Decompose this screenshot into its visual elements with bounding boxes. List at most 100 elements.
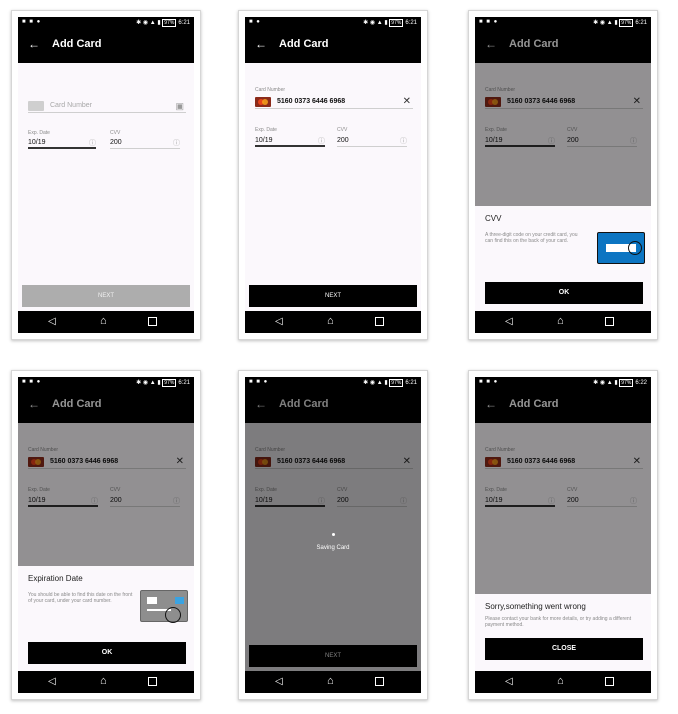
- status-time: 6:21: [405, 380, 417, 386]
- phone-screen: ■ ■ ● ✱ ◉ ▲ ▮ 97%6:21 ← Add Card Card Nu…: [18, 17, 194, 333]
- ok-button[interactable]: OK: [485, 282, 643, 304]
- battery-indicator: 97%: [619, 19, 634, 27]
- card-number-value: 5160 0373 6446 6968: [277, 98, 346, 105]
- dim-overlay[interactable]: [475, 28, 651, 206]
- status-right: ✱ ◉ ▲ ▮ 97% 6:21: [136, 379, 190, 387]
- nav-recent-icon[interactable]: [148, 317, 157, 326]
- info-icon[interactable]: ⓘ: [400, 136, 407, 146]
- nav-bar: ◁ ⌂: [475, 311, 651, 333]
- cvv-label: CVV: [110, 130, 121, 136]
- card-icon: [28, 101, 44, 111]
- phone-screen: ■ ■ ● ✱ ◉ ▲ ▮ 97% 6:22 ← Add Card Card Nu…: [475, 377, 651, 693]
- phone-screen: ■ ■ ● ✱ ◉ ▲ ▮ 97%6:21 ← Add Card Card Nu…: [18, 377, 194, 693]
- notification-icons: ■ ■ ●: [479, 19, 499, 25]
- phone-screen: ■ ■ ● ✱ ◉ ▲ ▮ 97%6:21 ← Add Card Card Nu…: [245, 377, 421, 693]
- next-button[interactable]: NEXT: [249, 285, 417, 307]
- ok-button[interactable]: OK: [28, 642, 186, 664]
- arrow-left-icon[interactable]: ←: [255, 37, 267, 51]
- nav-back-icon[interactable]: ◁: [48, 316, 56, 327]
- nav-home-icon[interactable]: ⌂: [327, 675, 334, 687]
- nav-home-icon[interactable]: ⌂: [100, 675, 107, 687]
- status-time: 6:21: [178, 380, 190, 386]
- error-sheet: Sorry,something went wrong Please contac…: [475, 594, 651, 671]
- notification-icons: ■ ■ ●: [479, 379, 499, 385]
- screen-saving-card: ■ ■ ● ✱ ◉ ▲ ▮ 97%6:21 ← Add Card Card Nu…: [238, 370, 428, 700]
- nav-home-icon[interactable]: ⌂: [100, 315, 107, 327]
- form-content: Card Number 5160 0373 6446 6968 ✕ Exp. D…: [245, 63, 421, 311]
- info-icon[interactable]: ⓘ: [89, 138, 96, 148]
- error-title: Sorry,something went wrong: [485, 602, 586, 611]
- status-time: 6:21: [405, 20, 417, 26]
- battery-indicator: 97%: [162, 379, 177, 387]
- status-time: 6:22: [635, 380, 647, 386]
- nav-back-icon[interactable]: ◁: [275, 676, 283, 687]
- nav-recent-icon[interactable]: [605, 317, 614, 326]
- phone-screen: ■ ● ✱ ◉ ▲ ▮ 97% 6:21 ← Add Card Card Numb…: [245, 17, 421, 333]
- dim-overlay[interactable]: [18, 388, 194, 566]
- status-right: ✱ ◉ ▲ ▮ 97% 6:21: [136, 19, 190, 27]
- status-time: 6:21: [178, 20, 190, 26]
- status-bar: ■ ● ✱ ◉ ▲ ▮ 97% 6:21: [245, 17, 421, 28]
- cvv-highlight-circle: [628, 241, 642, 255]
- card-number-label: Card Number: [255, 87, 286, 93]
- exp-date-label: Exp. Date: [255, 127, 277, 133]
- notification-icons: ■ ●: [249, 19, 261, 25]
- cvv-value: 200: [110, 139, 122, 146]
- card-number-field[interactable]: 5160 0373 6446 6968 ✕: [255, 95, 413, 109]
- sheet-title: Expiration Date: [28, 574, 83, 583]
- notification-icons: ■ ■ ●: [22, 379, 42, 385]
- camera-icon[interactable]: ▣: [175, 100, 184, 112]
- battery-indicator: 97%: [619, 379, 634, 387]
- card-chip: [147, 597, 157, 604]
- nav-recent-icon[interactable]: [375, 317, 384, 326]
- mastercard-icon: [255, 97, 271, 107]
- nav-back-icon[interactable]: ◁: [48, 676, 56, 687]
- nav-recent-icon[interactable]: [605, 677, 614, 686]
- battery-indicator: 97%: [389, 19, 404, 27]
- status-bar: ■ ■ ● ✱ ◉ ▲ ▮ 97% 6:21: [18, 17, 194, 28]
- nav-bar: ◁ ⌂: [245, 311, 421, 333]
- info-icon[interactable]: ⓘ: [173, 138, 180, 148]
- nav-bar: ◁ ⌂: [18, 311, 194, 333]
- close-icon[interactable]: ✕: [403, 95, 411, 108]
- expiration-help-sheet: Expiration Date You should be able to fi…: [18, 566, 194, 671]
- dim-overlay[interactable]: [475, 388, 651, 594]
- nav-recent-icon[interactable]: [148, 677, 157, 686]
- notification-icons: ■ ■ ●: [22, 19, 42, 25]
- exp-date-field[interactable]: 10/19 ⓘ: [28, 137, 96, 149]
- notification-icons: ■ ■ ●: [249, 379, 269, 385]
- screen-error: ■ ■ ● ✱ ◉ ▲ ▮ 97% 6:22 ← Add Card Card Nu…: [468, 370, 658, 700]
- screen-expiration-help: ■ ■ ● ✱ ◉ ▲ ▮ 97% 6:21 ← Add Card Card Nu…: [11, 370, 201, 700]
- expiry-highlight-circle: [165, 607, 181, 623]
- card-brand-mark: [175, 597, 184, 604]
- error-body: Please contact your bank for more detail…: [485, 616, 632, 628]
- screen-filled-form: ■ ● ✱ ◉ ▲ ▮ 97% 6:21 ← Add Card Card Numb…: [238, 10, 428, 340]
- nav-home-icon[interactable]: ⌂: [327, 315, 334, 327]
- battery-indicator: 97%: [162, 19, 177, 27]
- info-icon[interactable]: ⓘ: [318, 136, 325, 146]
- screen-empty-form: ■ ■ ● ✱ ◉ ▲ ▮ 97% 6:21 ← Add Card Card Nu…: [11, 10, 201, 340]
- nav-back-icon[interactable]: ◁: [505, 676, 513, 687]
- nav-back-icon[interactable]: ◁: [505, 316, 513, 327]
- sheet-title: CVV: [485, 214, 502, 223]
- app-bar: ← Add Card: [18, 28, 194, 63]
- status-time: 6:21: [635, 20, 647, 26]
- status-bar: ■ ■ ● ✱ ◉ ▲ ▮ 97% 6:21: [245, 377, 421, 388]
- saving-overlay: [245, 388, 421, 671]
- next-button[interactable]: NEXT: [22, 285, 190, 307]
- app-bar: ← Add Card: [245, 28, 421, 63]
- nav-back-icon[interactable]: ◁: [275, 316, 283, 327]
- nav-home-icon[interactable]: ⌂: [557, 675, 564, 687]
- nav-home-icon[interactable]: ⌂: [557, 315, 564, 327]
- exp-date-field[interactable]: 10/19 ⓘ: [255, 135, 325, 147]
- close-button[interactable]: CLOSE: [485, 638, 643, 660]
- cvv-field[interactable]: 200 ⓘ: [337, 135, 407, 147]
- card-number-placeholder: Card Number: [50, 102, 93, 109]
- nav-recent-icon[interactable]: [375, 677, 384, 686]
- arrow-left-icon[interactable]: ←: [28, 37, 40, 51]
- loading-spinner: [332, 533, 335, 536]
- sheet-body: You should be able to find this date on …: [28, 592, 133, 604]
- card-number-field[interactable]: Card Number ▣: [28, 99, 186, 113]
- screen-cvv-help: ■ ■ ● ✱ ◉ ▲ ▮ 97% 6:21 ← Add Card Card Nu…: [468, 10, 658, 340]
- cvv-field[interactable]: 200 ⓘ: [110, 137, 180, 149]
